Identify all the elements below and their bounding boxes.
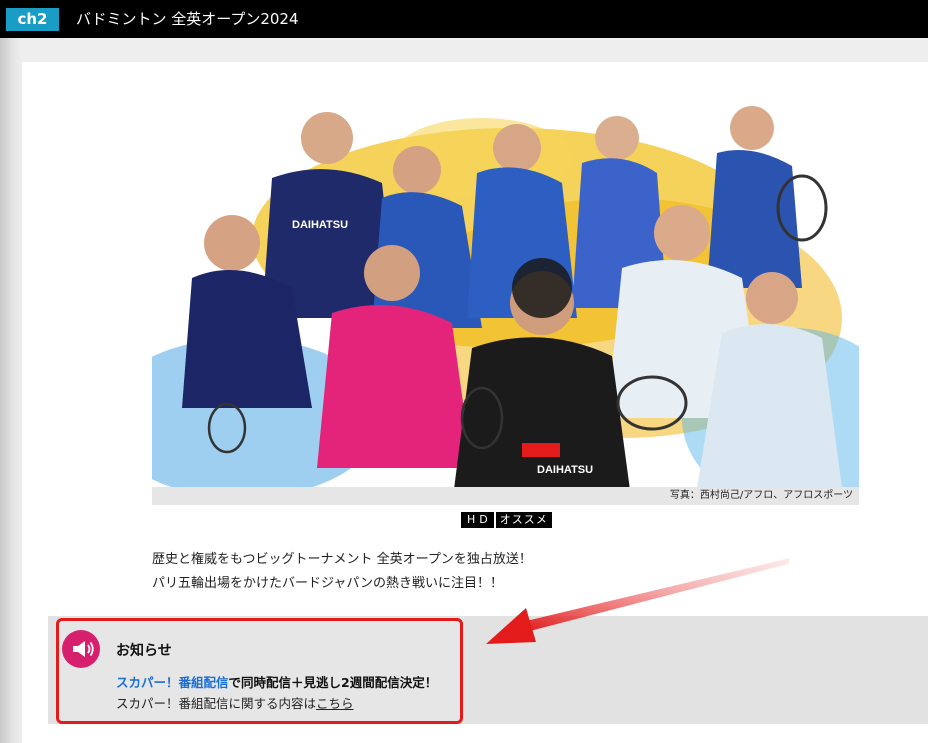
channel-badge: ch2 xyxy=(6,8,59,31)
jersey-text-2: DAIHATSU xyxy=(537,464,593,476)
top-bar: ch2 バドミントン 全英オープン2024 xyxy=(0,0,928,38)
hero-image: DAIHATSU DAIHATSU 写真：西村尚己/アフロ、アフロスポーツ xyxy=(152,88,859,505)
recommend-badge: オススメ xyxy=(495,512,552,528)
hd-badge: HD xyxy=(461,512,494,528)
photo-credit: 写真：西村尚己/アフロ、アフロスポーツ xyxy=(669,490,853,501)
megaphone-icon xyxy=(62,630,100,668)
notice-detail: スカパー！番組配信に関する内容はこちら xyxy=(116,693,354,712)
red-arrow-annotation xyxy=(486,558,790,644)
hero-illustration: DAIHATSU DAIHATSU xyxy=(152,106,859,505)
notice-heading: お知らせ xyxy=(116,643,172,659)
announcement-text: で同時配信＋見逃し2週間配信決定！ xyxy=(228,675,438,690)
badge-row: HD オススメ xyxy=(461,512,552,528)
program-title: バドミントン 全英オープン2024 xyxy=(76,10,299,28)
jersey-text: DAIHATSU xyxy=(292,219,348,231)
notice-announcement: スカパー！番組配信で同時配信＋見逃し2週間配信決定！ xyxy=(116,672,437,691)
caption-bar: 写真：西村尚己/アフロ、アフロスポーツ xyxy=(152,487,859,505)
details-link[interactable]: こちら xyxy=(316,696,354,711)
streaming-link[interactable]: スカパー！番組配信 xyxy=(116,675,229,690)
detail-text: スカパー！番組配信に関する内容は xyxy=(116,696,317,711)
